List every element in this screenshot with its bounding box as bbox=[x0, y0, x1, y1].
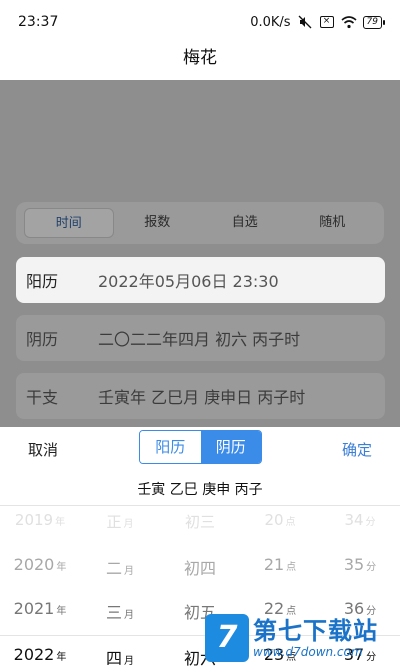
watermark-logo-icon: 7 bbox=[205, 614, 249, 662]
ganzhi-value: 壬寅年 乙巳月 庚申日 丙子时 bbox=[98, 388, 306, 407]
picker-item: 正月 bbox=[106, 513, 134, 531]
picker-item-selected: 四月 bbox=[105, 649, 134, 667]
mode-tab-bar: 时间 报数 自选 随机 bbox=[16, 202, 384, 244]
picker-item: 二月 bbox=[105, 559, 134, 578]
solar-option[interactable]: 阳历 bbox=[140, 431, 201, 463]
picker-item: 2021 年 bbox=[13, 599, 67, 618]
watermark: 7 第七下载站 www.d7down.com bbox=[205, 612, 395, 664]
battery-icon: 79 bbox=[362, 15, 386, 29]
lunar-label: 阴历 bbox=[26, 330, 59, 349]
month-wheel[interactable]: 正月 二月 三月 四月 bbox=[80, 505, 160, 667]
cancel-button[interactable]: 取消 bbox=[28, 439, 58, 460]
tab-custom[interactable]: 自选 bbox=[201, 208, 289, 238]
network-speed: 0.0K/s bbox=[250, 14, 291, 30]
tab-time[interactable]: 时间 bbox=[24, 208, 114, 238]
ganzhi-label: 干支 bbox=[26, 388, 59, 407]
lunar-value: 二〇二二年四月 初六 丙子时 bbox=[98, 330, 301, 349]
tab-number[interactable]: 报数 bbox=[114, 208, 202, 238]
watermark-text: 第七下载站 www.d7down.com bbox=[253, 617, 378, 659]
picker-item: 21 点 bbox=[263, 555, 297, 574]
picker-item: 34 分 bbox=[344, 511, 376, 529]
page-title: 梅花 bbox=[0, 44, 400, 80]
ganzhi-row[interactable]: 干支 壬寅年 乙巳月 庚申日 丙子时 bbox=[16, 373, 385, 419]
status-bar: 23:37 0.0K/s × 79 bbox=[0, 0, 400, 44]
picker-item: 35 分 bbox=[343, 555, 377, 574]
status-icons: 0.0K/s × 79 bbox=[250, 14, 386, 30]
watermark-url: www.d7down.com bbox=[253, 645, 363, 659]
lunar-option[interactable]: 阴历 bbox=[200, 431, 261, 463]
picker-item: 2019 年 bbox=[14, 511, 66, 529]
calendar-toggle: 阳历 阴历 bbox=[139, 430, 262, 464]
picker-item-selected: 2022 年 bbox=[13, 645, 67, 664]
status-time: 23:37 bbox=[18, 14, 59, 30]
confirm-button[interactable]: 确定 bbox=[342, 439, 372, 460]
picker-item: 初三 bbox=[184, 513, 215, 531]
solar-value: 2022年05月06日 23:30 bbox=[98, 272, 279, 291]
year-wheel[interactable]: 2019 年 2020 年 2021 年 2022 年 bbox=[0, 505, 80, 667]
picker-item: 初四 bbox=[183, 559, 216, 578]
solar-date-row[interactable]: 阳历 2022年05月06日 23:30 bbox=[16, 257, 385, 303]
sim-off-icon: × bbox=[319, 15, 335, 29]
tab-random[interactable]: 随机 bbox=[289, 208, 377, 238]
sheet-header: 取消 阳历 阴历 确定 bbox=[0, 427, 400, 469]
picker-item: 2020 年 bbox=[13, 555, 67, 574]
picker-item: 20 点 bbox=[264, 511, 296, 529]
mute-icon bbox=[297, 15, 313, 29]
ganzhi-summary: 壬寅 乙巳 庚申 丙子 bbox=[137, 482, 263, 498]
picker-item: 三月 bbox=[105, 603, 134, 622]
watermark-name: 第七下载站 bbox=[253, 617, 378, 645]
lunar-date-row[interactable]: 阴历 二〇二二年四月 初六 丙子时 bbox=[16, 315, 385, 361]
solar-label: 阳历 bbox=[26, 272, 59, 291]
wifi-icon bbox=[341, 15, 357, 29]
